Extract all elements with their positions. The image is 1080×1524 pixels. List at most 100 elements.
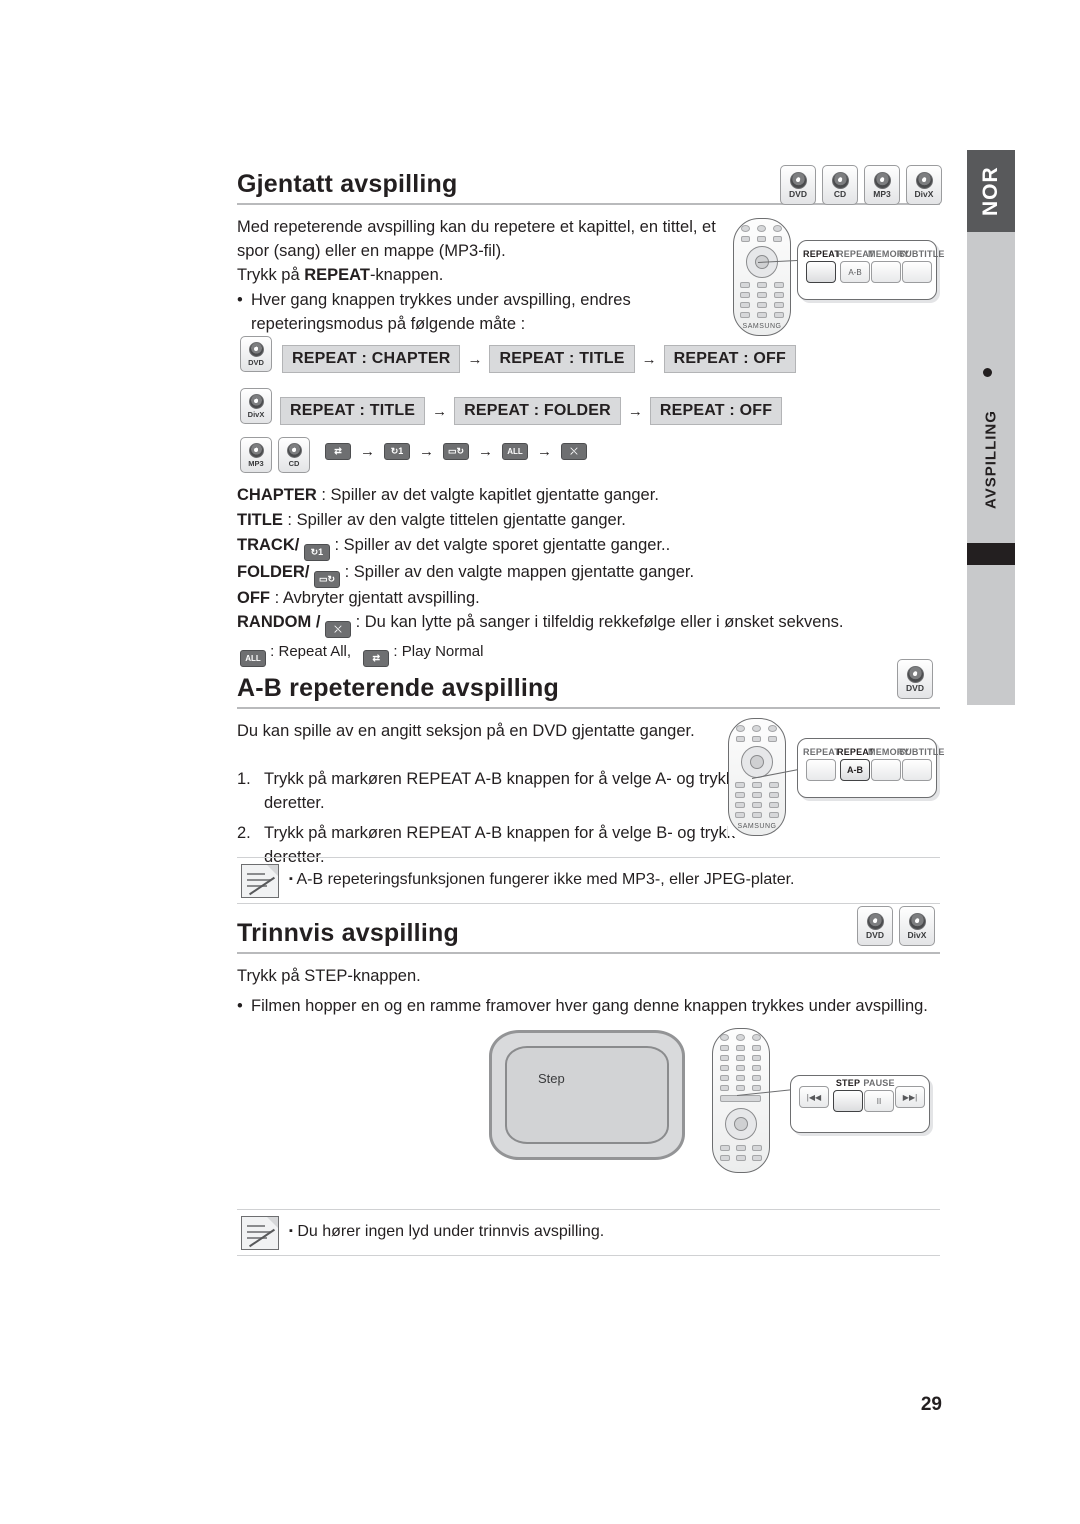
callout-key-prev[interactable]: |◀◀ [796, 1084, 832, 1108]
remote-brand-label: SAMSUNG [737, 823, 777, 830]
flow-row-divx: REPEAT : TITLE → REPEAT : FOLDER → REPEA… [280, 397, 783, 425]
key-button[interactable]: |◀◀ [799, 1086, 829, 1108]
page-title-step: Trinnvis avspilling [237, 919, 459, 947]
remote-button [735, 792, 745, 798]
divider-3 [237, 952, 940, 954]
callout-key-repeat[interactable]: REPEAT [803, 747, 841, 781]
arrow-icon: → [478, 443, 493, 460]
note-fold [267, 865, 278, 876]
remote-button [736, 1055, 745, 1061]
remote-button-step [720, 1085, 729, 1091]
callout-key-subtitle[interactable]: SUBTITLE [899, 747, 945, 781]
note-divider-bottom-2 [237, 1255, 940, 1256]
chip-repeat-title: REPEAT : TITLE [489, 345, 635, 373]
remote-button [752, 1075, 761, 1081]
note-line [247, 1225, 265, 1227]
ab-step-2: 2. Trykk på markøren REPEAT A-B knappen … [237, 821, 757, 869]
key-caption: REPEAT [803, 249, 841, 259]
key-caption: REPEAT [803, 747, 841, 757]
badge-dvd: DVD [240, 336, 272, 372]
remote-button [752, 1145, 762, 1151]
repeat-intro-line3-post: -knappen. [369, 266, 444, 284]
callout-key-subtitle[interactable]: SUBTITLE [899, 249, 945, 283]
remote-button [736, 1145, 746, 1151]
repeat-bullet: • Hver gang knappen trykkes under avspil… [237, 288, 737, 336]
chip-repeat-off: REPEAT : OFF [663, 345, 796, 373]
badge-label: CD [833, 188, 847, 199]
remote-button [736, 1034, 745, 1041]
track-icon: ↻1 [384, 443, 410, 460]
badge-dvd: DVD [857, 906, 893, 946]
remote-button [740, 282, 750, 288]
chip-repeat-chapter: REPEAT : CHAPTER [282, 345, 461, 373]
key-button[interactable] [833, 1090, 863, 1112]
key-button[interactable] [902, 261, 932, 283]
remote-button [774, 282, 784, 288]
remote-button [757, 292, 767, 298]
def-term: RANDOM / [237, 613, 321, 631]
badge-cd: CD [822, 165, 858, 205]
disc-icon [248, 393, 264, 409]
remote-button [736, 1045, 745, 1051]
arrow-icon: → [467, 350, 483, 368]
note-icon [241, 864, 279, 898]
legend-normal-text: : Play Normal [389, 643, 484, 660]
remote-button [752, 1045, 761, 1051]
badge-label: DVD [789, 188, 807, 199]
callout-key-repeat[interactable]: REPEAT [803, 249, 841, 283]
callout-key-next[interactable]: ▶▶| [892, 1084, 928, 1108]
key-caption: SUBTITLE [899, 747, 945, 757]
badge-label: DVD [248, 357, 264, 367]
key-button[interactable]: A-B [840, 261, 870, 283]
badge-cd: CD [278, 437, 310, 473]
def-text: : Du kan lytte på sanger i tilfeldig rek… [351, 613, 844, 631]
disc-icon [248, 442, 264, 458]
chip-repeat-folder: REPEAT : FOLDER [454, 397, 621, 425]
note-fold [267, 1217, 278, 1228]
flow-badge-divx: DivX [240, 388, 272, 424]
track-icon: ↻1 [303, 544, 330, 561]
remote-button [752, 736, 761, 742]
key-button[interactable] [806, 261, 836, 283]
def-term: CHAPTER [237, 486, 317, 504]
remote-button [752, 725, 761, 732]
key-button[interactable]: ▶▶| [895, 1086, 925, 1108]
callout-step-keys: |◀◀ STEP PAUSE II ▶▶| [790, 1075, 930, 1133]
key-button[interactable]: A-B [840, 759, 870, 781]
remote-button [740, 302, 750, 308]
remote-button [720, 1034, 729, 1041]
key-button[interactable] [871, 759, 901, 781]
note-bullet: ▪ [289, 873, 293, 885]
key-button[interactable]: II [864, 1090, 894, 1112]
remote-button [769, 792, 779, 798]
remote-button [720, 1075, 729, 1081]
remote-brand-label: SAMSUNG [742, 323, 782, 330]
def-text: : Spiller av det valgte sporet gjentatte… [329, 536, 671, 554]
repeat-intro-line3-pre: Trykk på [237, 266, 305, 284]
bullet-dot: • [237, 997, 243, 1015]
arrow-icon: → [432, 402, 448, 420]
badge-label: CD [288, 458, 300, 468]
page-title-repeat: Gjentatt avspilling [237, 170, 458, 198]
key-button[interactable] [902, 759, 932, 781]
remote-button [736, 1085, 745, 1091]
key-button[interactable] [806, 759, 836, 781]
key-caption: SUBTITLE [899, 249, 945, 259]
chip-repeat-off: REPEAT : OFF [649, 397, 783, 425]
remote-button [774, 312, 784, 318]
flow-badge-audio: MP3 CD [240, 437, 310, 473]
remote-button [774, 302, 784, 308]
remote-button [773, 236, 782, 242]
repeat-def-track: TRACK/ ↻1 : Spiller av det valgte sporet… [237, 533, 937, 561]
repeat-icon: ⇄ [325, 443, 351, 460]
remote-button [768, 736, 777, 742]
key-button[interactable] [871, 261, 901, 283]
step-line1: Trykk på markøren REPEAT A-B knappen for… [264, 824, 736, 842]
note-divider-bottom-1 [237, 903, 940, 904]
ab-note: ▪ A-B repeteringsfunksjonen fungerer ikk… [289, 871, 929, 889]
remote-button [720, 1045, 729, 1051]
remote-button [735, 782, 745, 788]
remote-button [736, 1075, 745, 1081]
language-tab-label: NOR [979, 166, 1002, 216]
remote-button [741, 236, 750, 242]
